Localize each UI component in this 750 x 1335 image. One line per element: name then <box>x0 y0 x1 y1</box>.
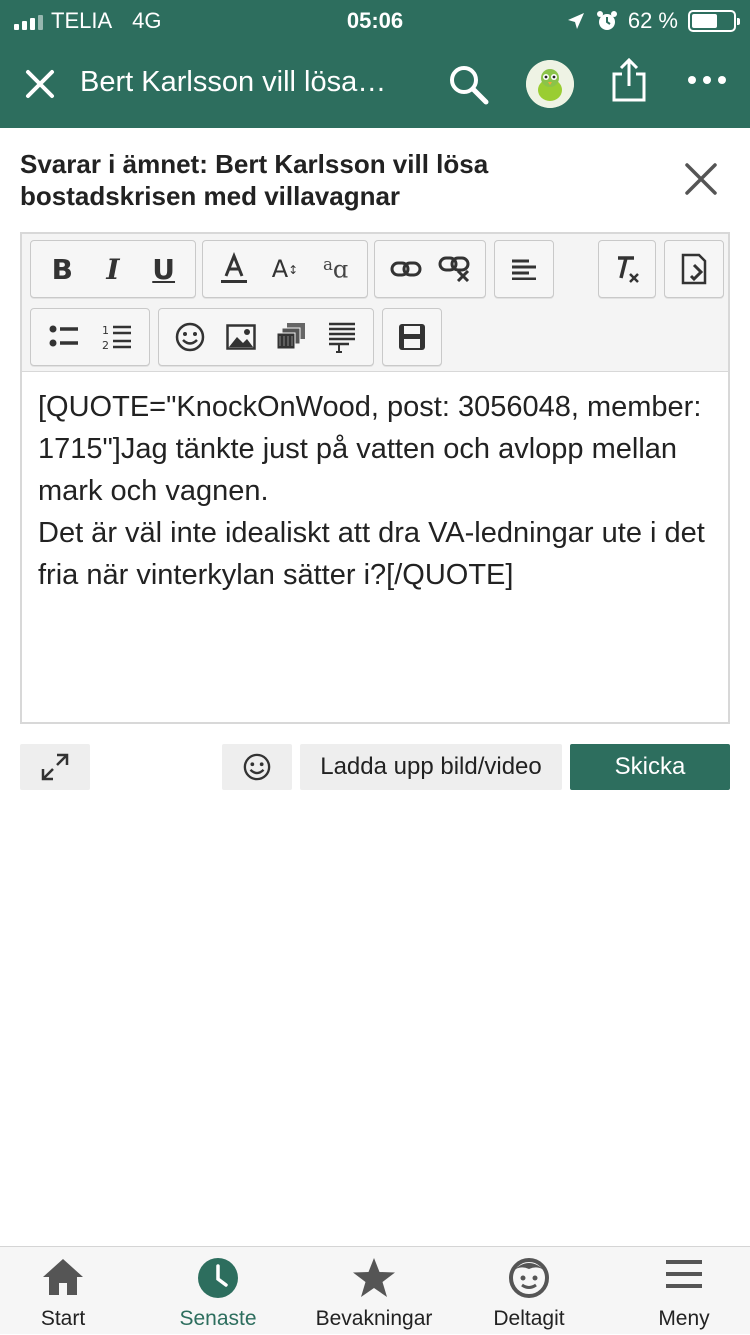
remove-format-button[interactable] <box>605 247 649 291</box>
tab-meny[interactable]: Meny <box>609 1247 750 1335</box>
font-family-button[interactable]: aɑ <box>314 247 358 291</box>
more-icon[interactable] <box>688 76 726 84</box>
app-bar: Bert Karlsson vill lösa… <box>0 40 750 128</box>
menu-icon <box>666 1260 702 1288</box>
insert-link-button[interactable] <box>384 247 428 291</box>
align-group <box>494 240 554 298</box>
home-icon <box>43 1259 83 1295</box>
tab-label: Start <box>40 1307 86 1330</box>
remove-link-button[interactable] <box>433 247 477 291</box>
align-button[interactable] <box>502 247 546 291</box>
insert-group <box>158 308 374 366</box>
bottom-tab-bar: Start Senaste Bevakningar Deltagit Meny <box>0 1246 750 1334</box>
star-icon <box>353 1258 395 1297</box>
tab-deltagit[interactable]: Deltagit <box>454 1247 604 1335</box>
status-bar: TELIA 4G 05:06 62 % <box>0 0 750 40</box>
numbered-list-icon: 12 <box>102 324 131 351</box>
source-icon <box>681 253 707 285</box>
insert-media-button[interactable] <box>269 315 313 359</box>
smiley-icon <box>176 322 205 352</box>
battery-icon <box>688 10 740 32</box>
clear-group <box>598 240 656 298</box>
numbered-list-button[interactable]: 12 <box>95 315 139 359</box>
link-icon <box>390 261 421 277</box>
alarm-icon <box>596 11 617 30</box>
action-row: Ladda upp bild/video Skicka <box>0 744 750 790</box>
italic-icon: I <box>106 252 120 286</box>
location-icon <box>567 13 584 29</box>
quote-button[interactable] <box>320 315 364 359</box>
link-group <box>374 240 486 298</box>
tab-label: Deltagit <box>493 1307 565 1330</box>
svg-text:2: 2 <box>102 339 109 351</box>
tab-label: Senaste <box>179 1307 257 1330</box>
expand-editor-button[interactable] <box>20 744 90 790</box>
bold-button[interactable]: B <box>40 247 84 291</box>
tab-bevakningar[interactable]: Bevakningar <box>299 1247 449 1335</box>
send-button[interactable]: Skicka <box>570 744 730 790</box>
font-size-button[interactable]: A↕ <box>263 247 307 291</box>
bullet-list-icon <box>49 325 78 347</box>
tab-label: Meny <box>658 1307 710 1330</box>
save-draft-button[interactable] <box>390 315 434 359</box>
font-group: A↕ aɑ <box>202 240 368 298</box>
tab-start[interactable]: Start <box>0 1247 138 1335</box>
rich-text-editor: B I U A↕ aɑ 1 2 [QUOTE="KnockOnWood, pos… <box>20 232 730 724</box>
avatar[interactable] <box>526 60 574 108</box>
clock-icon <box>198 1258 238 1298</box>
reply-header: Svarar i ämnet: Bert Karlsson vill lösa … <box>20 149 489 211</box>
underline-icon: U <box>152 252 176 286</box>
thread-title: Bert Karlsson vill lösa… <box>80 66 387 98</box>
draft-group <box>382 308 442 366</box>
smiley-icon <box>243 753 271 781</box>
format-group: B I U <box>30 240 196 298</box>
bold-icon: B <box>51 252 73 286</box>
text-color-icon <box>221 252 248 283</box>
share-icon[interactable] <box>610 58 648 104</box>
toggle-source-button[interactable] <box>672 247 716 291</box>
unlink-icon <box>438 256 469 282</box>
tab-label: Bevakningar <box>315 1307 433 1330</box>
align-left-icon <box>512 259 536 280</box>
editor-toolbar: B I U A↕ aɑ 1 2 <box>22 234 728 372</box>
font-family-icon: aɑ <box>322 254 349 284</box>
italic-button[interactable]: I <box>91 247 135 291</box>
tab-senaste[interactable]: Senaste <box>143 1247 293 1335</box>
search-icon[interactable] <box>446 62 490 106</box>
bullet-list-button[interactable] <box>42 315 86 359</box>
smilie-button[interactable] <box>168 315 212 359</box>
close-reply-icon[interactable] <box>684 162 718 196</box>
face-icon <box>509 1258 549 1298</box>
message-body[interactable]: [QUOTE="KnockOnWood, post: 3056048, memb… <box>38 386 718 596</box>
clear-format-icon <box>618 256 639 283</box>
text-color-button[interactable] <box>212 247 256 291</box>
font-size-icon: A↕ <box>271 255 299 283</box>
close-icon[interactable] <box>22 66 58 102</box>
expand-icon <box>41 753 69 781</box>
emoji-button[interactable] <box>222 744 292 790</box>
media-icon <box>276 323 306 350</box>
save-icon <box>399 324 425 350</box>
list-group: 12 <box>30 308 150 366</box>
upload-media-button[interactable]: Ladda upp bild/video <box>300 744 562 790</box>
insert-image-button[interactable] <box>219 315 263 359</box>
battery-percent: 62 % <box>627 8 678 33</box>
underline-button[interactable]: U <box>142 247 186 291</box>
svg-text:1: 1 <box>102 324 109 337</box>
quote-icon <box>328 322 355 353</box>
image-icon <box>226 324 256 350</box>
source-group <box>664 240 724 298</box>
